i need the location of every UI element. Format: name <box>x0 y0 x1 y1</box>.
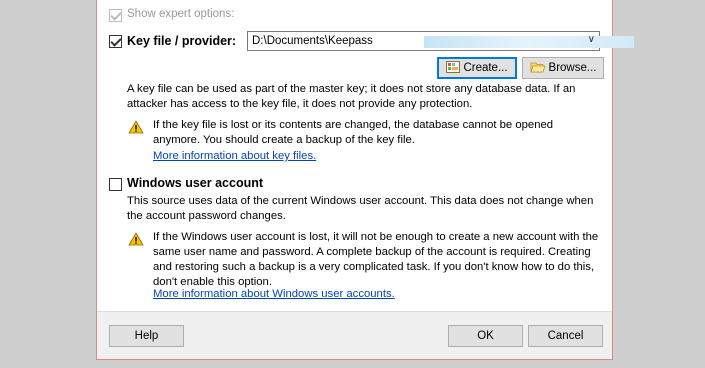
expert-options-label: Show expert options: <box>127 8 235 20</box>
key-file-label: Key file / provider: <box>127 34 237 48</box>
browse-button-label: Browse... <box>548 62 597 74</box>
ok-button[interactable]: OK <box>448 325 523 347</box>
windows-account-description: This source uses data of the current Win… <box>127 195 594 222</box>
windows-accounts-info-link[interactable]: More information about Windows user acco… <box>153 288 395 300</box>
warning-icon <box>128 232 144 246</box>
warning-icon <box>128 120 144 134</box>
key-file-warning: If the key file is lost or its contents … <box>153 119 554 146</box>
create-key-file-button[interactable]: Create... <box>437 57 517 79</box>
help-button[interactable]: Help <box>109 325 184 347</box>
windows-account-warning: If the Windows user account is lost, it … <box>153 231 599 288</box>
redacted-path-area <box>424 36 634 48</box>
dialog-footer: Help OK Cancel <box>97 311 612 359</box>
key-file-path-value: D:\Documents\Keepass <box>252 35 373 47</box>
browse-key-file-button[interactable]: Browse... <box>522 57 604 79</box>
windows-account-checkbox[interactable] <box>109 178 122 191</box>
chevron-down-icon[interactable]: ∨ <box>588 34 595 45</box>
windows-account-label: Windows user account <box>127 176 264 190</box>
create-button-label: Create... <box>463 62 508 74</box>
master-key-dialog: Show expert options: Key file / provider… <box>96 0 634 360</box>
key-file-checkbox[interactable] <box>109 35 122 48</box>
key-files-info-link[interactable]: More information about key files. <box>153 150 316 162</box>
expert-options-checkbox[interactable] <box>109 9 122 22</box>
key-file-description: A key file can be used as part of the ma… <box>127 83 576 110</box>
cancel-button[interactable]: Cancel <box>528 325 603 347</box>
key-file-icon <box>446 61 461 73</box>
folder-open-icon <box>529 62 546 73</box>
key-file-path-combobox[interactable]: D:\Documents\Keepass ∨ <box>247 31 634 51</box>
